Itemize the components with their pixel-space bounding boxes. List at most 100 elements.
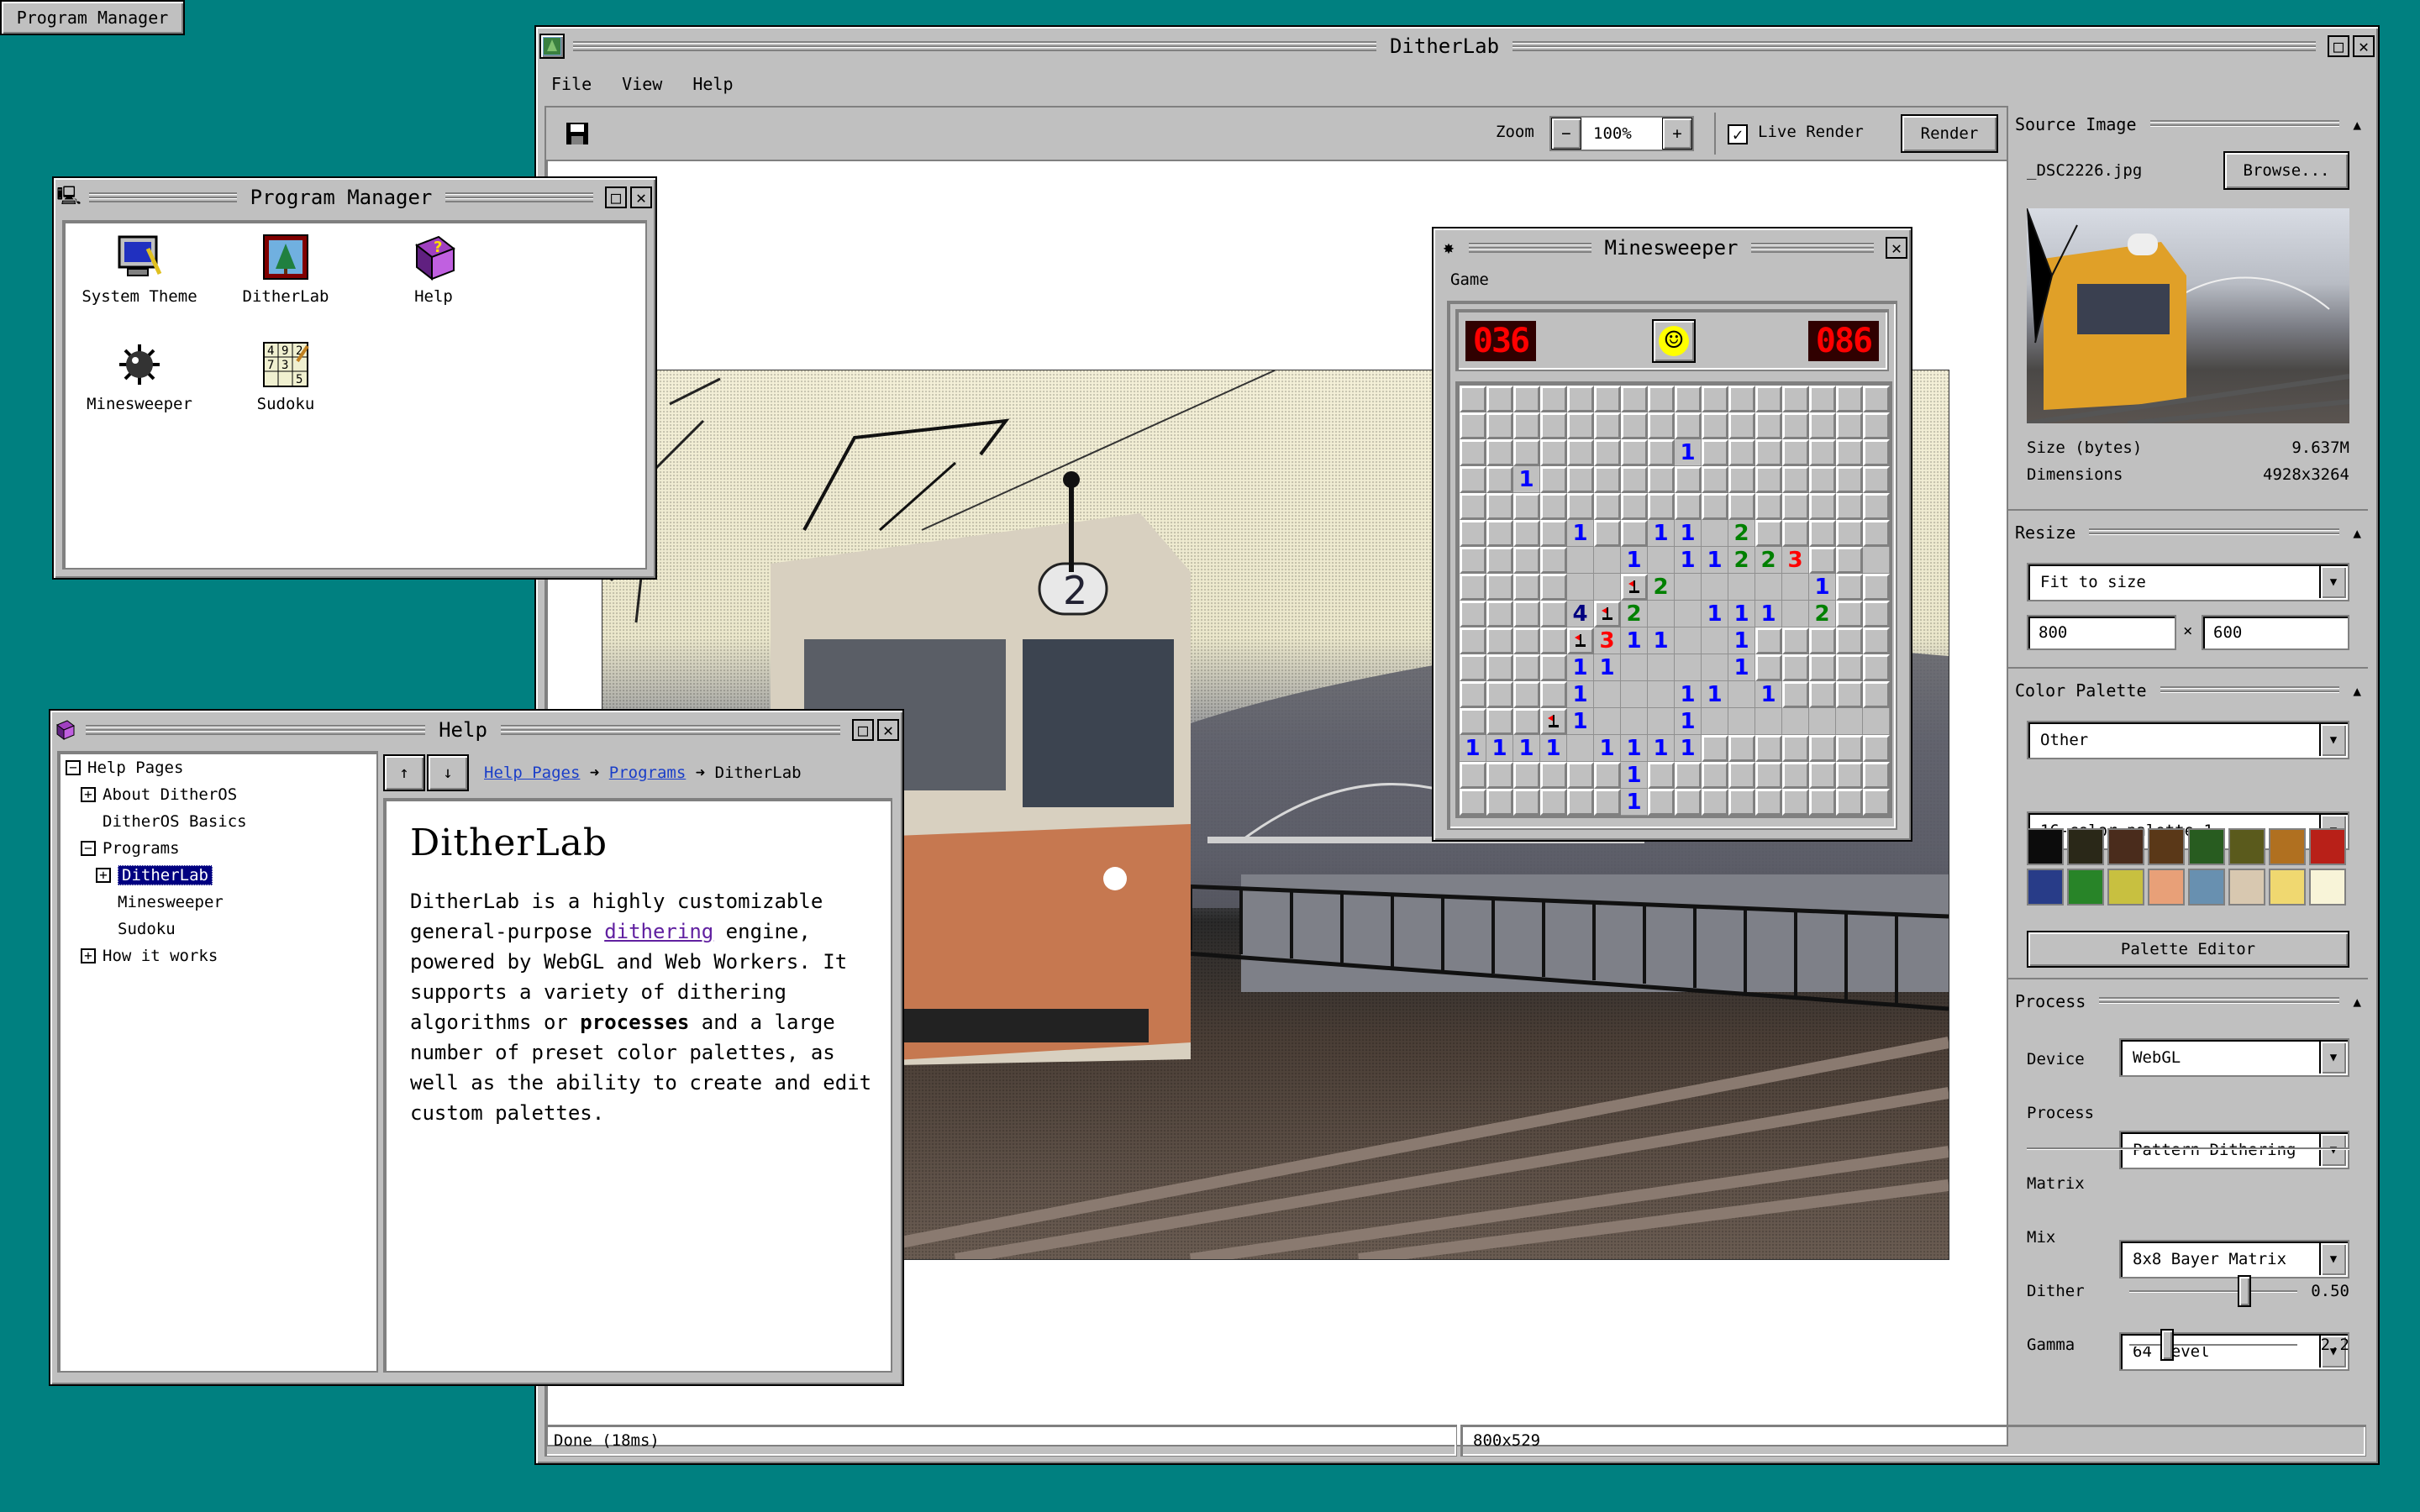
mine-cell-closed[interactable]	[1460, 493, 1486, 520]
mine-cell-number[interactable]: 1	[1648, 520, 1675, 547]
mine-cell-closed[interactable]	[1755, 439, 1782, 466]
mine-cell-closed[interactable]	[1863, 627, 1890, 654]
breadcrumb-link-help-pages[interactable]: Help Pages	[484, 764, 580, 782]
help-tree-item[interactable]: + How it works	[66, 942, 370, 969]
mine-cell-closed[interactable]	[1540, 493, 1567, 520]
mine-cell-closed[interactable]	[1755, 493, 1782, 520]
mine-cell-closed[interactable]	[1782, 520, 1809, 547]
mine-cell-closed[interactable]	[1621, 493, 1648, 520]
help-titlebar[interactable]: Help □ ✕	[54, 714, 900, 746]
resize-mode-select[interactable]: Fit to size ▼	[2027, 563, 2349, 601]
mine-cell-closed[interactable]	[1513, 574, 1540, 601]
tree-expand-icon[interactable]: +	[81, 948, 96, 963]
mine-cell-closed[interactable]	[1486, 493, 1513, 520]
help-tree-item[interactable]: Sudoku	[66, 916, 370, 942]
mine-cell-closed[interactable]	[1702, 386, 1728, 412]
save-icon[interactable]	[565, 121, 590, 146]
mine-cell-closed[interactable]	[1809, 439, 1836, 466]
mine-cell-number[interactable]: 2	[1621, 601, 1648, 627]
flag-icon[interactable]	[1594, 601, 1621, 627]
mine-cell-closed[interactable]	[1540, 439, 1567, 466]
mine-cell-open[interactable]	[1702, 627, 1728, 654]
mine-cell-closed[interactable]	[1755, 520, 1782, 547]
mine-cell-closed[interactable]	[1594, 789, 1621, 816]
mine-cell-closed[interactable]	[1594, 466, 1621, 493]
resize-header[interactable]: Resize ▲	[2008, 517, 2368, 548]
mine-cell-open[interactable]	[1702, 574, 1728, 601]
mine-cell-closed[interactable]	[1755, 762, 1782, 789]
mine-cell-open[interactable]	[1648, 681, 1675, 708]
mine-cell-open[interactable]	[1702, 708, 1728, 735]
mine-cell-closed[interactable]	[1863, 762, 1890, 789]
palette-swatch[interactable]	[2148, 869, 2185, 906]
mine-cell-closed[interactable]	[1675, 762, 1702, 789]
mine-cell-closed[interactable]	[1809, 547, 1836, 574]
mine-cell-closed[interactable]	[1836, 681, 1863, 708]
mine-cell-closed[interactable]	[1513, 789, 1540, 816]
mine-cell-closed[interactable]	[1460, 681, 1486, 708]
mine-cell-number[interactable]: 1	[1702, 601, 1728, 627]
palette-swatch[interactable]	[2188, 828, 2225, 865]
mine-cell-closed[interactable]	[1621, 412, 1648, 439]
tree-expand-icon[interactable]: +	[96, 868, 111, 883]
mine-cell-open[interactable]	[1782, 574, 1809, 601]
mine-cell-number[interactable]: 4	[1567, 601, 1594, 627]
mine-cell-closed[interactable]	[1540, 386, 1567, 412]
mine-cell-open[interactable]	[1675, 574, 1702, 601]
mine-cell-number[interactable]: 1	[1675, 520, 1702, 547]
mine-cell-open[interactable]	[1836, 708, 1863, 735]
source-image-header[interactable]: Source Image ▲	[2008, 109, 2368, 139]
mine-cell-open[interactable]	[1621, 708, 1648, 735]
mine-cell-closed[interactable]	[1460, 547, 1486, 574]
mine-cell-closed[interactable]	[1675, 789, 1702, 816]
mine-cell-closed[interactable]	[1702, 735, 1728, 762]
mine-cell-closed[interactable]	[1648, 493, 1675, 520]
mine-cell-closed[interactable]	[1675, 386, 1702, 412]
palette-swatch[interactable]	[2228, 869, 2265, 906]
mine-cell-number[interactable]: 2	[1728, 547, 1755, 574]
mine-cell-closed[interactable]	[1460, 466, 1486, 493]
mine-cell-closed[interactable]	[1863, 735, 1890, 762]
mine-cell-closed[interactable]	[1460, 520, 1486, 547]
mine-cell-closed[interactable]	[1836, 654, 1863, 681]
mine-cell-open[interactable]	[1728, 574, 1755, 601]
program-manager-taskbar-button[interactable]: Program Manager	[0, 0, 185, 35]
palette-swatch[interactable]	[2309, 869, 2346, 906]
mine-cell-closed[interactable]	[1621, 386, 1648, 412]
mine-cell-closed[interactable]	[1460, 762, 1486, 789]
mine-cell-number[interactable]: 1	[1675, 708, 1702, 735]
mine-cell-closed[interactable]	[1728, 789, 1755, 816]
help-tree-item[interactable]: DitherOS Basics	[66, 808, 370, 835]
gamma-slider[interactable]	[2129, 1329, 2297, 1361]
mine-cell-open[interactable]	[1648, 601, 1675, 627]
process-header[interactable]: Process ▲	[2008, 986, 2368, 1016]
mine-cell-closed[interactable]	[1567, 386, 1594, 412]
live-render-label[interactable]: Live Render	[1758, 123, 1864, 141]
mine-cell-closed[interactable]	[1621, 520, 1648, 547]
mine-cell-closed[interactable]	[1513, 386, 1540, 412]
mine-cell-number[interactable]: 1	[1567, 708, 1594, 735]
palette-swatch[interactable]	[2027, 828, 2064, 865]
zoom-plus-button[interactable]: +	[1662, 118, 1692, 150]
mine-cell-closed[interactable]	[1513, 708, 1540, 735]
mine-cell-closed[interactable]	[1755, 627, 1782, 654]
mine-cell-closed[interactable]	[1863, 386, 1890, 412]
help-tree-item[interactable]: Minesweeper	[66, 889, 370, 916]
help-tree-item[interactable]: − Programs	[66, 835, 370, 862]
help-nav-down-button[interactable]: ↓	[427, 754, 469, 791]
mine-cell-closed[interactable]	[1702, 789, 1728, 816]
mine-cell-closed[interactable]	[1486, 574, 1513, 601]
mine-cell-closed[interactable]	[1675, 466, 1702, 493]
resize-height-input[interactable]: 600	[2202, 615, 2349, 650]
render-button[interactable]: Render	[1901, 114, 1998, 153]
mine-cell-open[interactable]	[1863, 708, 1890, 735]
mine-cell-closed[interactable]	[1648, 412, 1675, 439]
mine-cell-closed[interactable]	[1836, 439, 1863, 466]
mine-cell-closed[interactable]	[1567, 762, 1594, 789]
mine-cell-closed[interactable]	[1486, 708, 1513, 735]
mine-cell-open[interactable]	[1567, 574, 1594, 601]
mine-cell-closed[interactable]	[1648, 789, 1675, 816]
mine-cell-closed[interactable]	[1863, 681, 1890, 708]
mine-cell-closed[interactable]	[1836, 466, 1863, 493]
mine-cell-closed[interactable]	[1486, 412, 1513, 439]
